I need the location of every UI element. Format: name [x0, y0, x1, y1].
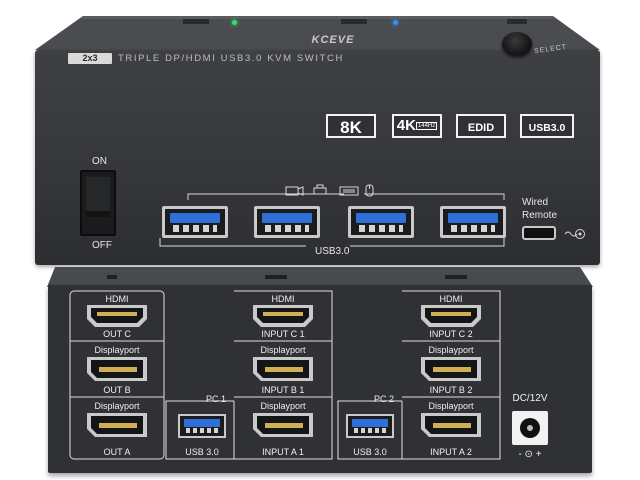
front-usb-port-3[interactable] [348, 206, 414, 238]
wired-remote-label: Wired Remote [522, 197, 558, 221]
dp-out-b-port [87, 357, 147, 381]
front-usb-port-4[interactable] [440, 206, 506, 238]
input-c1-label: INPUT C 1 [261, 329, 305, 339]
power-switch[interactable] [80, 170, 116, 236]
wired-remote-port[interactable] [522, 226, 556, 240]
badge-usb3: USB3.0 [520, 114, 574, 138]
dp-in-a2-port [421, 413, 481, 437]
pc1-dp-b-label: Displayport [260, 345, 306, 355]
front-usb-port-2[interactable] [254, 206, 320, 238]
badge-4k-main: 4K [396, 117, 416, 134]
hdmi-out-c-port [87, 305, 147, 327]
rear-unit-top [47, 267, 593, 287]
rear-usb-pc2-port[interactable] [346, 414, 394, 438]
rear-usb-pc1-port[interactable] [178, 414, 226, 438]
pc1-usb-label: USB 3.0 [185, 447, 219, 457]
dp-in-b2-port [421, 357, 481, 381]
input-a1-label: INPUT A 1 [262, 447, 304, 457]
power-on-label: ON [92, 156, 107, 167]
front-usb-label: USB3.0 [315, 246, 350, 257]
model-tag: 2x3 [68, 53, 112, 64]
product-subtitle: TRIPLE DP/HDMI USB3.0 KVM SWITCH [118, 53, 344, 64]
dc-power-jack[interactable] [512, 411, 548, 445]
dp-out-a-port [87, 413, 147, 437]
pc2-hdmi-label: HDMI [439, 294, 463, 304]
input-c2-label: INPUT C 2 [429, 329, 473, 339]
out-c-label: OUT C [103, 329, 131, 339]
input-b1-label: INPUT B 1 [261, 385, 305, 395]
brand-logo: KCEVE [311, 34, 355, 46]
status-led-left [232, 20, 237, 25]
front-usb-port-1[interactable] [162, 206, 228, 238]
pc1-dp-a-label: Displayport [260, 401, 306, 411]
power-off-label: OFF [92, 240, 112, 251]
pc2-label: PC 2 [373, 394, 394, 404]
select-button[interactable] [502, 32, 532, 56]
out-dp-a-label: Displayport [94, 401, 140, 411]
polarity-label: - ⊙ + [518, 449, 542, 460]
dp-in-b1-port [253, 357, 313, 381]
out-dp-b-label: Displayport [94, 345, 140, 355]
hdmi-in-c1-port [253, 305, 313, 327]
out-a-label: OUT A [103, 447, 131, 457]
input-a2-label: INPUT A 2 [430, 447, 472, 457]
badge-4k-sub: 144Hz [415, 122, 438, 131]
dp-in-a1-port [253, 413, 313, 437]
pc1-label: PC 1 [205, 394, 226, 404]
pc1-hdmi-label: HDMI [271, 294, 295, 304]
pc2-dp-b-label: Displayport [428, 345, 474, 355]
out-b-label: OUT B [103, 385, 131, 395]
badge-edid: EDID [456, 114, 506, 138]
status-led-right [393, 20, 398, 25]
pc2-usb-label: USB 3.0 [353, 447, 387, 457]
hdmi-in-c2-port [421, 305, 481, 327]
rear-connectors [87, 305, 481, 437]
dc-label: DC/12V [512, 393, 548, 404]
badge-4k: 4K 144Hz [392, 114, 442, 138]
input-b2-label: INPUT B 2 [429, 385, 473, 395]
pc2-dp-a-label: Displayport [428, 401, 474, 411]
remote-icon [564, 229, 585, 239]
out-hdmi-label: HDMI [105, 294, 129, 304]
badge-8k: 8K [326, 114, 376, 138]
printer-icon [313, 184, 327, 195]
